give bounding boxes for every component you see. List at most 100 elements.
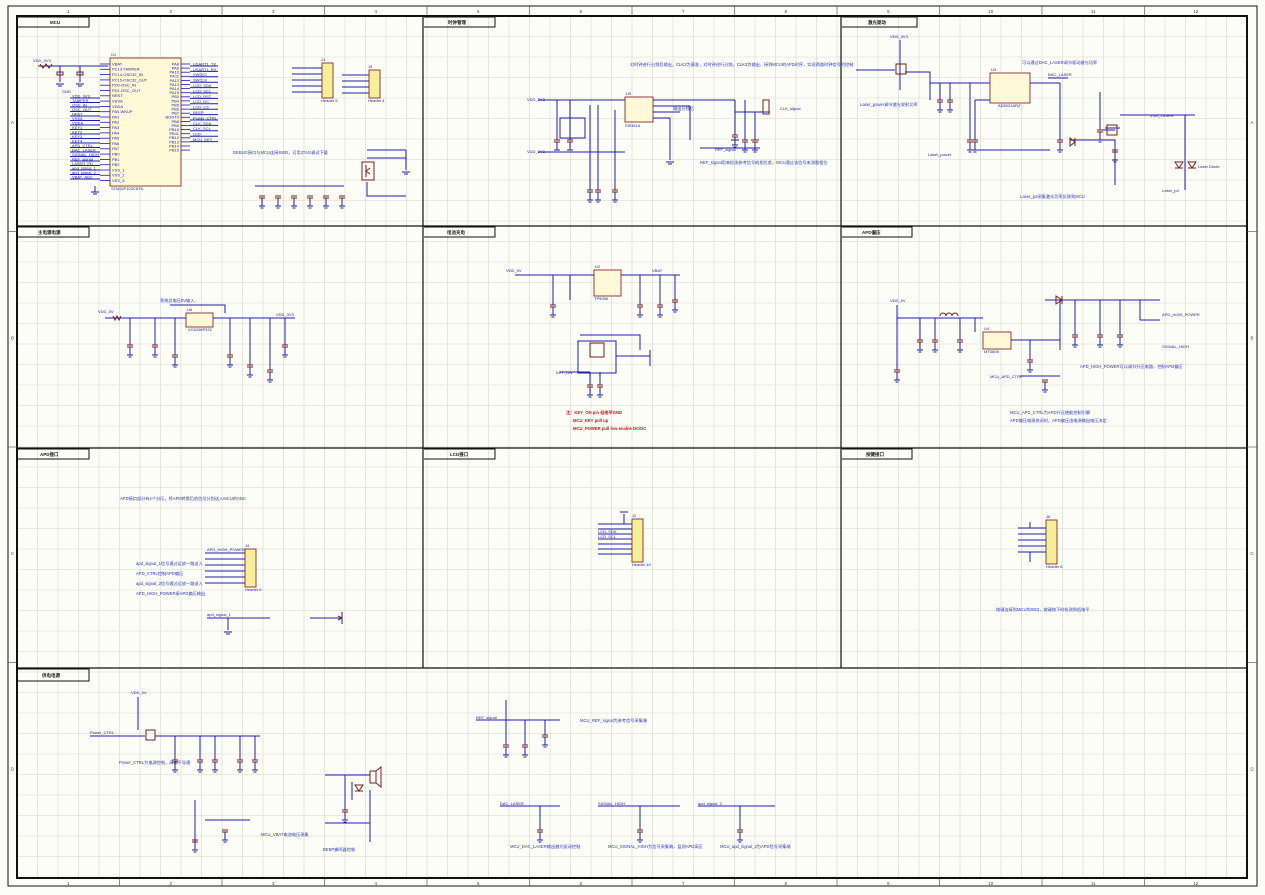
- mcu-net-label: CLK_SDA: [193, 121, 212, 126]
- col-label: 6: [579, 9, 582, 14]
- mcu-pin-label: PA7: [112, 146, 120, 151]
- clock-block: U5 SI5351A 对时钟进行分频后输出，CLK2为基准，对时钟进行分频，CL…: [527, 61, 853, 203]
- apd-if-block: J4 Header 6 APD接口部分有2个分压，将APD转换后的信号分别送入M…: [120, 495, 344, 635]
- clock-ref: U5: [626, 91, 632, 96]
- mcu-pin-label: PC14-OSC32_IN: [112, 72, 143, 77]
- section-title-apd-if: APD接口: [40, 451, 59, 458]
- mcu-net-label: SWCLK: [193, 78, 208, 83]
- mcu-pin-label: PB15: [169, 148, 180, 153]
- row-label: B: [1250, 335, 1253, 340]
- mcu-net-label: USART1_TX: [193, 61, 216, 66]
- power-caps: [127, 344, 288, 383]
- apd-connector: [244, 548, 257, 588]
- col-label: 9: [887, 881, 890, 886]
- power-in-net: VDD_5V: [98, 309, 114, 314]
- col-label: 2: [169, 881, 172, 886]
- mcu-pin-label: PA0-WKUP: [112, 109, 133, 114]
- mcu-net-label: LED: [193, 132, 201, 137]
- col-label: 3: [272, 881, 275, 886]
- charge-note-3: MCU_POWER pull low enable DC/DC: [573, 426, 646, 431]
- mcu-net-label: MCU_KEY: [193, 137, 213, 142]
- section-title-mcu: MCU: [50, 20, 60, 25]
- apd-if-hv: APD_HIGH_POWER: [207, 547, 245, 552]
- charge-note-1: 注：KEY_ON pin 低电平GND: [566, 409, 622, 416]
- mcu-net-label: LCD_SDA: [193, 83, 212, 88]
- laser-power-net: Laser_power: [928, 152, 952, 157]
- apd-signal-high-net: SIGNAL_HIGH: [1162, 344, 1189, 349]
- aux-note-2: MCU_VBAT电池电压采集: [261, 831, 309, 838]
- ldo-chip: [185, 312, 214, 328]
- col-label: 10: [988, 881, 994, 886]
- mcu-pin-label: PB0: [112, 152, 120, 157]
- mcu-pin-label: PA1: [112, 114, 120, 119]
- clock-desc: 对时钟进行分频后输出，CLK2为基准，对时钟进行分频，CLK3为输出，接到MCU…: [630, 61, 853, 68]
- key-if-block: J6 Header 6 按键连接到MCU的IO口，按键按下时检测到低电平: [996, 514, 1090, 613]
- charger-part: TP4056: [594, 296, 609, 301]
- section-title-apd-bias: APD偏压: [862, 229, 881, 236]
- col-label: 11: [1091, 881, 1096, 886]
- lcd-scl-net: LCD_SCL: [598, 534, 617, 539]
- mcu-debug-note: DEBUG接口与MCU连接SWD，可用JTAG调试下载: [233, 149, 329, 156]
- aux-caps: [172, 734, 743, 853]
- col-label: 1: [67, 9, 70, 14]
- mcu-pin-label: VSS_3: [112, 178, 125, 183]
- charger-chip: [593, 269, 622, 297]
- swd-header: [321, 62, 334, 99]
- power-main-block: U6 XC6206P332 系统总电压5V输入 VDD_5V VDD_3V3: [98, 297, 295, 383]
- mcu-part: STM32F103C8T6: [111, 186, 144, 191]
- aux-power-block: VDD_5V Power_CTRL Power_CTRL为电源控制，高电平导通 …: [90, 690, 791, 853]
- mcu-pin-label: PD0-OSC_IN: [112, 83, 136, 88]
- aux-power-ctrl-net: Power_CTRL: [90, 730, 115, 735]
- mcu-pin-label: VDDA: [112, 104, 123, 109]
- mcu-net-label: USART1_RX: [193, 67, 217, 72]
- section-title-power-main: 主电源电源: [38, 229, 61, 236]
- j3-header: [368, 69, 381, 99]
- col-label: 5: [477, 881, 480, 886]
- mcu-vdd-label: VDD_3V3: [33, 58, 52, 63]
- row-label: D: [11, 766, 15, 771]
- schematic-sheet: 1 1 2 2 3 3 4 4 5 5 6 6 7 7 8 8 9 9 10 10 11 11 12 12 A A B B C C D D M…: [0, 0, 1265, 890]
- apd-ctrl-net: MCU_APD_CTRL: [990, 374, 1023, 379]
- mcu-pin-label: VBAT: [112, 61, 123, 66]
- aux-dac-net: DAC_LASER: [500, 801, 524, 806]
- schematic-drawing: 112233445566778899101011111212A AB BC CD D M…: [7, 5, 1258, 887]
- mcu-pin-label: PA4: [112, 130, 120, 135]
- laser-desc: 可以通过DAC_LASER调节驱动激光功率: [1022, 59, 1097, 66]
- laser-block: U3 AD8031ARZ 可以通过DAC_LASER调节驱动激光功率 Laser…: [856, 34, 1220, 200]
- section-title-clock: 时钟管理: [448, 19, 466, 26]
- mcu-pin-label: PD1-OSC_OUT: [112, 88, 141, 93]
- apd-if-desc: APD接口部分有2个分压，将APD转换后的信号分别送入MCU的ADC: [120, 495, 246, 502]
- mcu-net-label: LCD_RST: [193, 94, 212, 99]
- section-title-laser: 激光驱动: [868, 19, 886, 26]
- mcu-pin-label: PA3: [112, 125, 120, 130]
- mcu-net-label: CLK_SCL: [193, 126, 212, 131]
- apd-if-n3: apd_signal_2信号通过运放一路送入: [136, 580, 204, 587]
- j3-part: Header 4: [368, 98, 385, 103]
- swd-part: Header 5: [321, 98, 338, 103]
- clock-out-label: CLK_signal: [780, 106, 801, 111]
- apd-desc1: APD_HIGH_POWER可以调节升压电路，控制APD偏压: [1080, 363, 1183, 370]
- col-label: 7: [682, 9, 685, 14]
- mcu-pin-label: PC15-OSC32_OUT: [112, 77, 148, 82]
- mcu-net-label: VBAT_ADC: [72, 174, 93, 179]
- clock-chip: [624, 96, 654, 123]
- mcu-net-label: BEEP: [193, 110, 204, 115]
- row-label: C: [1250, 551, 1254, 556]
- laser-caps: [937, 99, 1118, 163]
- apd-bias-block: U4 MT3608 VDD_5V APD_HIGH_POWER SIGNAL_H…: [890, 295, 1200, 424]
- boost-ref: U4: [984, 326, 990, 331]
- laser-diode-label: Laser Diode: [1198, 164, 1220, 169]
- mcu-pin-label: PA2: [112, 120, 120, 125]
- apd-desc3: APD偏压电源关闭时，APD偏压由电源输出电压决定: [1010, 417, 1107, 424]
- row-label: D: [1250, 766, 1254, 771]
- mcu-block: U1 STM32F103C8T6 VBATPC13-TAMPERPC14-OSC…: [33, 52, 410, 209]
- mcu-net-label: LCD_SCL: [193, 88, 212, 93]
- laser-desc2: Laser_power调节激光发射功率: [860, 101, 918, 108]
- aux-vdd: VDD_5V: [131, 690, 147, 695]
- aux-note-5: MCU_SIGNAL_HIGH为信号采集端，监测APD高压: [608, 843, 703, 850]
- charge-note-2: MCU_KEY pull up: [573, 418, 609, 423]
- mcu-pin-label: VSS_1: [112, 167, 125, 172]
- section-title-charge: 电池充电: [447, 229, 465, 236]
- section-title-key-if: 按键接口: [866, 451, 884, 458]
- lcd-conn-ref: J2: [632, 513, 637, 518]
